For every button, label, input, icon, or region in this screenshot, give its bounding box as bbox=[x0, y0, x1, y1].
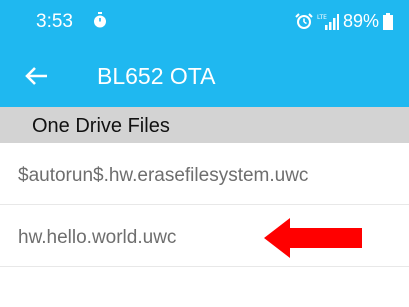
red-arrow-icon bbox=[264, 218, 362, 258]
screen: 3:53 LTE 89% BL652 OTA One Drive Files $… bbox=[0, 0, 409, 307]
status-bar: 3:53 LTE 89% bbox=[0, 0, 409, 44]
svg-text:LTE: LTE bbox=[317, 14, 327, 21]
section-header-label: One Drive Files bbox=[32, 115, 170, 137]
back-arrow-icon[interactable] bbox=[22, 61, 52, 91]
battery-percent: 89% bbox=[342, 11, 379, 31]
file-name: $autorun$.hw.erasefilesystem.uwc bbox=[18, 165, 309, 186]
file-list: $autorun$.hw.erasefilesystem.uwc hw.hell… bbox=[0, 143, 409, 267]
app-title: BL652 OTA bbox=[97, 63, 216, 89]
app-bar: BL652 OTA bbox=[0, 44, 409, 107]
status-right-group: LTE 89% bbox=[295, 10, 393, 32]
signal-icon: LTE bbox=[317, 14, 339, 30]
timer-icon bbox=[94, 12, 106, 28]
status-time: 3:53 bbox=[36, 11, 73, 32]
list-item[interactable]: $autorun$.hw.erasefilesystem.uwc bbox=[0, 143, 409, 205]
alarm-icon bbox=[295, 13, 313, 29]
file-name: hw.hello.world.uwc bbox=[18, 227, 177, 248]
section-header: One Drive Files bbox=[0, 107, 409, 143]
battery-icon bbox=[383, 12, 393, 30]
